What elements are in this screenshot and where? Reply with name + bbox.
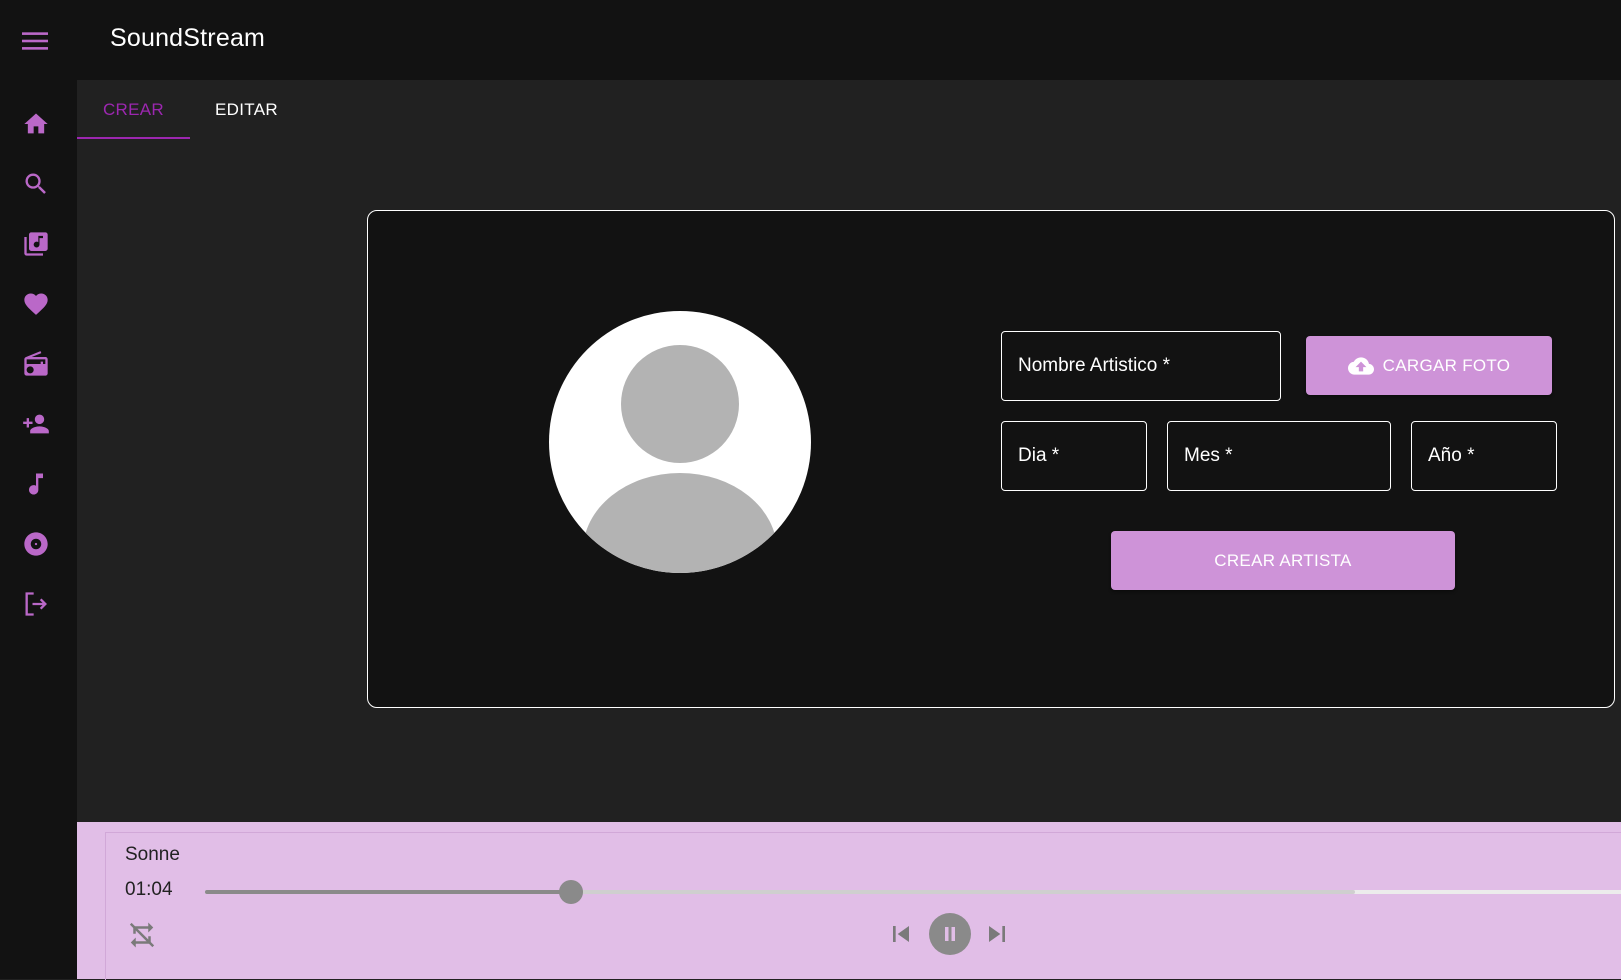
- track-title: Sonne: [125, 844, 180, 865]
- upload-photo-button[interactable]: CARGAR FOTO: [1306, 336, 1552, 395]
- logout-icon[interactable]: [18, 586, 54, 622]
- cloud-upload-icon: [1347, 353, 1374, 379]
- year-field[interactable]: Año *: [1411, 421, 1557, 491]
- tab-crear[interactable]: CREAR: [77, 80, 190, 140]
- app-title: SoundStream: [110, 24, 266, 52]
- library-music-icon[interactable]: [18, 226, 54, 262]
- pause-icon[interactable]: [929, 913, 971, 955]
- skip-next-icon[interactable]: [979, 916, 1015, 952]
- artist-name-field[interactable]: Nombre Artistico *: [1001, 331, 1281, 401]
- app-bar: SoundStream: [0, 0, 1621, 80]
- progress-slider[interactable]: [205, 880, 1621, 904]
- person-add-icon[interactable]: [18, 406, 54, 442]
- player-panel: [105, 832, 1621, 980]
- music-note-icon[interactable]: [18, 466, 54, 502]
- avatar-placeholder: [549, 311, 811, 573]
- create-artist-card: Nombre Artistico * CARGAR FOTO Dia * Mes…: [367, 210, 1615, 708]
- create-artist-button[interactable]: CREAR ARTISTA: [1111, 531, 1455, 590]
- sidebar: [0, 80, 77, 979]
- day-field[interactable]: Dia *: [1001, 421, 1147, 491]
- radio-icon[interactable]: [18, 346, 54, 382]
- current-time: 01:04: [125, 879, 173, 900]
- search-icon[interactable]: [18, 166, 54, 202]
- progress-fill: [205, 890, 572, 894]
- skip-previous-icon[interactable]: [883, 916, 919, 952]
- home-icon[interactable]: [18, 106, 54, 142]
- active-tab-indicator: [77, 137, 190, 139]
- month-field[interactable]: Mes *: [1167, 421, 1391, 491]
- favorite-icon[interactable]: [18, 286, 54, 322]
- tab-editar[interactable]: EDITAR: [190, 80, 303, 140]
- music-player: Sonne 01:04: [77, 822, 1621, 980]
- menu-icon[interactable]: [18, 24, 52, 58]
- repeat-off-icon[interactable]: [125, 918, 159, 952]
- upload-photo-label: CARGAR FOTO: [1382, 355, 1511, 375]
- album-icon[interactable]: [18, 526, 54, 562]
